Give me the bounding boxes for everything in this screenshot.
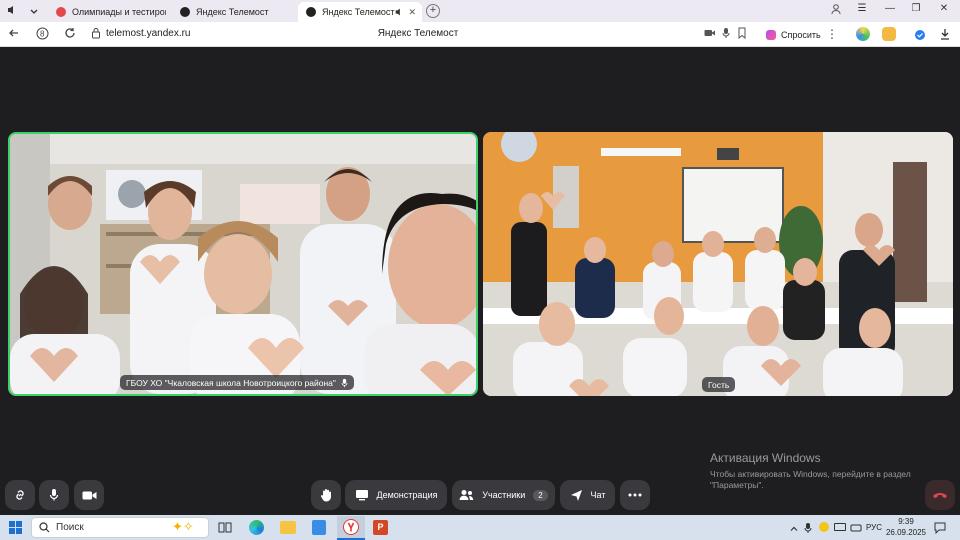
search-placeholder: Поиск [56,522,84,533]
mic-indicator-icon[interactable] [718,27,734,42]
end-call-button[interactable] [925,480,955,510]
more-vertical-icon[interactable]: ⋮ [824,27,840,41]
more-options-button[interactable] [620,480,650,510]
video-feed-school [10,134,476,394]
tab-close-icon[interactable]: ✕ [408,7,416,18]
tab-favicon-icon [56,7,66,17]
close-window-icon[interactable]: ✕ [934,3,954,14]
notifications-icon[interactable] [934,521,946,535]
camera-indicator-icon[interactable] [702,27,718,41]
battery-icon [834,523,846,531]
taskbar-search-box[interactable]: Поиск ✦✧ [31,517,209,538]
network-icon[interactable] [850,521,862,533]
powerpoint-icon[interactable]: P [373,520,388,535]
mic-on-icon [341,378,348,388]
participant-name: Гость [708,379,730,390]
tab-olympiads[interactable]: Олимпиады и тестирован [48,2,166,22]
keyboard-language[interactable]: РУС [866,523,882,532]
raise-hand-button[interactable] [311,480,341,510]
tab-label: Яндекс Телемост [196,7,269,17]
ask-alice-button[interactable]: Спросить [760,25,827,44]
minimize-icon[interactable]: — [880,3,900,14]
tray-expand-icon[interactable] [789,521,799,533]
participant-name: ГБОУ ХО "Чкаловская школа Новотроицкого … [126,377,336,388]
edge-icon[interactable] [249,520,264,535]
copy-link-button[interactable] [5,480,35,510]
participant-name-tag: ГБОУ ХО "Чкаловская школа Новотроицкого … [120,375,354,390]
chat-send-icon [570,489,582,501]
participant-tile-school[interactable]: ГБОУ ХО "Чкаловская школа Новотроицкого … [8,132,478,396]
tray-yandex-icon[interactable] [819,522,829,532]
download-icon[interactable] [938,27,952,41]
chat-label: Чат [590,490,606,500]
screen-share-button[interactable]: Демонстрация [345,480,447,510]
activation-line-2: "Параметры". [710,480,764,490]
profile-icon[interactable] [826,3,846,18]
telemost-favicon-icon [306,7,316,17]
windows-taskbar: Поиск ✦✧ P РУС 9:39 26.09.2025 [0,515,960,540]
search-icon [39,522,50,536]
search-highlight-icon: ✦✧ [172,519,194,534]
link-icon [16,490,24,500]
activation-title: Активация Windows [710,451,821,465]
yandex-plus-icon[interactable] [856,27,870,41]
restore-icon[interactable]: ❐ [906,3,926,14]
clock-date: 26.09.2025 [885,528,927,537]
participants-count-badge: 2 [533,489,548,501]
participant-name-tag: Гость [702,377,736,392]
bookmark-icon[interactable] [734,27,750,42]
tabs-dropdown-icon[interactable] [28,4,42,18]
microphone-icon [49,489,59,501]
store-icon[interactable] [312,520,326,535]
more-horizontal-icon [628,493,642,497]
microphone-button[interactable] [39,480,69,510]
windows-activation-watermark: Активация Windows Чтобы активировать Win… [710,451,911,491]
windows-start-icon[interactable] [9,521,22,534]
video-feed-guest [483,132,953,396]
telemost-favicon-icon [180,7,190,17]
screen-share-label: Демонстрация [376,490,438,500]
screen-share-icon [355,490,368,501]
tab-label: Яндекс Телемост [322,7,395,17]
alice-icon [766,29,776,40]
hang-up-icon [933,493,947,498]
tab-telemost-active[interactable]: Яндекс Телемост ✕ [298,2,422,22]
browser-tab-strip: Олимпиады и тестирован Яндекс Телемост Я… [0,0,960,22]
ask-label: Спросить [781,29,821,40]
yandex-browser-taskbar-icon[interactable] [337,516,365,540]
clock-time: 9:39 [898,517,914,526]
clock[interactable]: 9:39 26.09.2025 [884,517,928,537]
speaker-icon[interactable] [4,4,20,18]
camera-icon [82,491,96,499]
camera-button[interactable] [74,480,104,510]
activation-line-1: Чтобы активировать Windows, перейдите в … [710,469,911,479]
address-bar: 8 telemost.yandex.ru Яндекс Телемост Спр… [0,22,960,47]
tab-audio-icon[interactable] [394,7,404,19]
extension-icon[interactable] [882,27,896,41]
tab-label: Олимпиады и тестирован [72,7,166,17]
shield-check-icon[interactable] [914,28,926,40]
task-view-icon[interactable] [218,521,232,534]
tray-mic-icon[interactable] [804,521,813,534]
chat-button[interactable]: Чат [560,480,615,510]
participants-icon [459,490,474,500]
participant-tile-guest[interactable]: Гость [483,132,953,396]
raise-hand-icon [320,489,331,502]
new-tab-button[interactable]: + [426,4,440,18]
file-explorer-icon[interactable] [280,521,296,534]
participants-label: Участники [482,490,526,500]
participants-button[interactable]: Участники 2 [452,480,555,510]
video-stage: ГБОУ ХО "Чкаловская школа Новотроицкого … [0,47,960,515]
menu-icon[interactable]: ☰ [852,3,872,14]
tab-telemost-1[interactable]: Яндекс Телемост [172,2,290,22]
